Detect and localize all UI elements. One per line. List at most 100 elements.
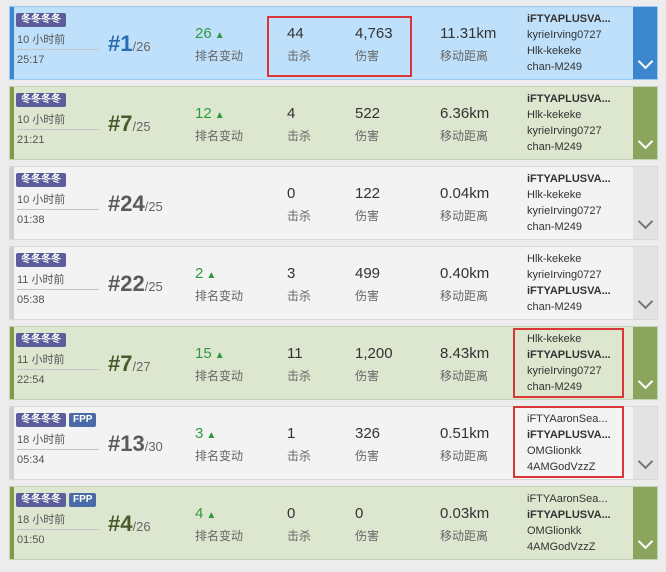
player-name[interactable]: chan-M249 [527, 139, 625, 155]
expand-button[interactable] [633, 407, 657, 479]
damage-label: 伤害 [355, 529, 380, 543]
placement-rank: #13 [108, 431, 145, 456]
placement-rank: #1 [108, 31, 133, 56]
match-row[interactable]: 冬冬冬冬 10 小时前 25:17 #1/26 26 ▲ 排名变动 44 击杀 4,763 伤害 11… [9, 6, 658, 80]
squad-mode-badge: 冬冬冬冬 [16, 413, 66, 427]
kills-value: 3 [287, 265, 296, 282]
player-name[interactable]: 4AMGodVzzZ [527, 459, 625, 475]
match-row[interactable]: 冬冬冬冬 11 小时前 22:54 #7/27 15 ▲ 排名变动 11 击杀 1,200 伤害 8.… [9, 326, 658, 400]
match-time-ago: 10 小时前 [17, 194, 66, 206]
kills-label: 击杀 [287, 129, 312, 143]
player-name[interactable]: chan-M249 [527, 59, 625, 75]
squad-mode-badge: 冬冬冬冬 [16, 253, 66, 267]
player-name[interactable]: iFTYAaronSea... [527, 411, 625, 427]
result-accent-bar [10, 7, 14, 79]
player-name[interactable]: kyrieIrving0727 [527, 27, 625, 43]
damage-value: 0 [355, 505, 364, 522]
divider [17, 129, 99, 130]
match-time-ago: 11 小时前 [17, 274, 65, 286]
match-row[interactable]: 冬冬冬冬 FPP 18 小时前 05:34 #13/30 3 ▲ 排名变动 1 击杀 326 伤害 0.… [9, 406, 658, 480]
player-name[interactable]: chan-M249 [527, 379, 625, 395]
up-arrow-icon: ▲ [214, 110, 225, 121]
placement-rank: #4 [108, 511, 133, 536]
distance-label: 移动距离 [440, 449, 489, 463]
kills-value: 0 [287, 185, 296, 202]
player-name[interactable]: Hlk-kekeke [527, 107, 625, 123]
chevron-down-icon [637, 453, 653, 470]
match-history-list: 冬冬冬冬 10 小时前 25:17 #1/26 26 ▲ 排名变动 44 击杀 4,763 伤害 11… [0, 0, 666, 572]
result-accent-bar [10, 167, 14, 239]
player-name[interactable]: Hlk-kekeke [527, 331, 625, 347]
result-accent-bar [10, 327, 14, 399]
player-name[interactable]: chan-M249 [527, 299, 625, 315]
expand-button[interactable] [633, 7, 657, 79]
kills-label: 击杀 [287, 289, 312, 303]
expand-button[interactable] [633, 327, 657, 399]
player-name[interactable]: OMGlionkk [527, 443, 625, 459]
placement-total: /26 [132, 39, 151, 54]
player-name[interactable]: kyrieIrving0727 [527, 267, 625, 283]
player-name[interactable]: kyrieIrving0727 [527, 123, 625, 139]
rank-change-value: 4 [195, 505, 204, 522]
match-row[interactable]: 冬冬冬冬 10 小时前 01:38 #24/25 0 击杀 122 伤害 0.04km 移动距离 i… [9, 166, 658, 240]
expand-button[interactable] [633, 247, 657, 319]
match-duration: 21:21 [17, 134, 45, 146]
chevron-down-icon [637, 213, 653, 230]
player-name[interactable]: iFTYAPLUSVA... [527, 171, 625, 187]
player-name[interactable]: iFTYAPLUSVA... [527, 11, 625, 27]
rank-change: 26 ▲ [195, 25, 225, 42]
player-name[interactable]: OMGlionkk [527, 523, 625, 539]
kills-label: 击杀 [287, 449, 312, 463]
match-time-ago: 10 小时前 [17, 114, 66, 126]
expand-button[interactable] [633, 487, 657, 559]
damage-label: 伤害 [355, 49, 380, 63]
rank-change-label: 排名变动 [195, 449, 244, 463]
placement-total: /30 [144, 439, 163, 454]
placement: #7/25 [108, 111, 151, 137]
player-name[interactable]: Hlk-kekeke [527, 187, 625, 203]
player-name[interactable]: iFTYAPLUSVA... [527, 507, 625, 523]
player-name[interactable]: iFTYAPLUSVA... [527, 427, 625, 443]
match-row[interactable]: 冬冬冬冬 11 小时前 05:38 #22/25 2 ▲ 排名变动 3 击杀 499 伤害 0.40k… [9, 246, 658, 320]
match-row[interactable]: 冬冬冬冬 FPP 18 小时前 01:50 #4/26 4 ▲ 排名变动 0 击杀 0 伤害 0.03k… [9, 486, 658, 560]
player-name[interactable]: iFTYAPLUSVA... [527, 91, 625, 107]
player-name[interactable]: Hlk-kekeke [527, 43, 625, 59]
distance-label: 移动距离 [440, 289, 489, 303]
player-name[interactable]: iFTYAaronSea... [527, 491, 625, 507]
player-name[interactable]: chan-M249 [527, 219, 625, 235]
up-arrow-icon: ▲ [206, 430, 217, 441]
distance-label: 移动距离 [440, 129, 489, 143]
kills-value: 1 [287, 425, 296, 442]
divider [17, 449, 99, 450]
kills-value: 11 [287, 345, 303, 362]
damage-value: 122 [355, 185, 381, 202]
rank-change: 15 ▲ [195, 345, 225, 362]
player-name[interactable]: kyrieIrving0727 [527, 363, 625, 379]
divider [17, 529, 99, 530]
distance-value: 0.03km [440, 505, 490, 522]
match-duration: 05:34 [17, 454, 45, 466]
damage-value: 499 [355, 265, 381, 282]
fpp-badge: FPP [69, 413, 97, 427]
distance-label: 移动距离 [440, 49, 489, 63]
player-name[interactable]: kyrieIrving0727 [527, 203, 625, 219]
match-duration: 01:38 [17, 214, 45, 226]
player-name[interactable]: Hlk-kekeke [527, 251, 625, 267]
divider [17, 289, 99, 290]
match-row[interactable]: 冬冬冬冬 10 小时前 21:21 #7/25 12 ▲ 排名变动 4 击杀 522 伤害 6.36k… [9, 86, 658, 160]
player-name[interactable]: iFTYAPLUSVA... [527, 283, 625, 299]
squad-mode-badge: 冬冬冬冬 [16, 493, 66, 507]
team-players: iFTYAPLUSVA... kyrieIrving0727 Hlk-kekeke c… [527, 11, 625, 75]
match-time-ago: 18 小时前 [17, 434, 66, 446]
damage-label: 伤害 [355, 129, 380, 143]
player-name[interactable]: 4AMGodVzzZ [527, 539, 625, 555]
expand-button[interactable] [633, 87, 657, 159]
chevron-down-icon [637, 533, 653, 550]
mode-badges: 冬冬冬冬 [16, 333, 66, 347]
placement: #4/26 [108, 511, 151, 537]
distance-value: 6.36km [440, 105, 490, 122]
player-name[interactable]: iFTYAPLUSVA... [527, 347, 625, 363]
team-players: iFTYAaronSea... iFTYAPLUSVA... OMGlionkk 4A… [527, 411, 625, 475]
expand-button[interactable] [633, 167, 657, 239]
placement-total: /25 [144, 199, 163, 214]
